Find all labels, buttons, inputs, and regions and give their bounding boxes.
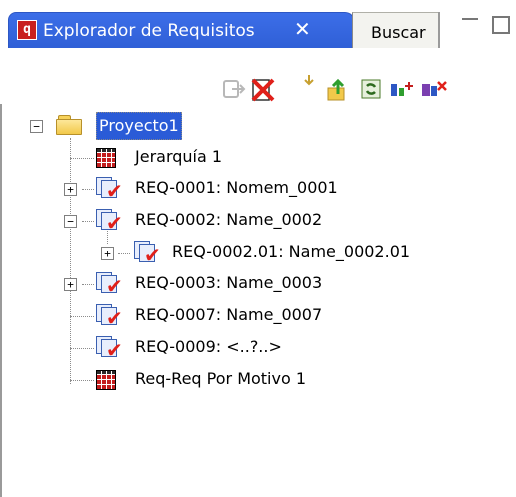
refresh-icon[interactable] xyxy=(360,78,382,100)
matrix-icon xyxy=(96,148,116,168)
tree-item-req-req-por-motivo[interactable]: Req-Req Por Motivo 1 xyxy=(0,366,400,394)
tree-item-label: REQ-0002: Name_0002 xyxy=(135,210,323,229)
requirements-tree: − Proyecto1 Jerarquía 1 + ✔ REQ-0001: No… xyxy=(0,104,516,497)
view-toolbar xyxy=(0,48,516,104)
tree-item-label: REQ-0002.01: Name_0002.01 xyxy=(172,242,411,261)
requirement-icon: ✔ xyxy=(96,177,126,201)
expand-toggle-icon[interactable]: + xyxy=(64,183,77,196)
tree-item-label: REQ-0009: <..?..> xyxy=(135,337,282,356)
tree-root-proyecto1[interactable]: − Proyecto1 xyxy=(0,112,300,140)
tree-item-req-0002[interactable]: − ✔ REQ-0002: Name_0002 xyxy=(0,207,400,235)
tree-item-jerarquia[interactable]: Jerarquía 1 xyxy=(0,144,300,172)
remove-relation-icon[interactable] xyxy=(420,78,447,100)
tree-item-label: REQ-0007: Name_0007 xyxy=(135,305,323,324)
tab-divider xyxy=(438,12,440,48)
tab-title: Buscar xyxy=(371,23,426,42)
up-folder-icon[interactable] xyxy=(326,78,348,101)
matrix-icon xyxy=(96,370,116,390)
tab-title: Explorador de Requisitos xyxy=(43,21,255,41)
tree-item-label: Jerarquía 1 xyxy=(135,147,223,166)
app-logo-icon: q xyxy=(17,20,37,40)
collapse-toggle-icon[interactable]: − xyxy=(64,215,77,228)
view-tab-strip: q Explorador de Requisitos ✕ Buscar xyxy=(0,0,516,49)
move-down-icon[interactable] xyxy=(302,72,324,94)
close-icon[interactable]: ✕ xyxy=(294,17,311,41)
tree-item-req-0007[interactable]: ✔ REQ-0007: Name_0007 xyxy=(0,302,400,330)
expand-toggle-icon[interactable]: + xyxy=(101,247,114,260)
tree-item-label: REQ-0001: Nomem_0001 xyxy=(135,178,338,197)
folder-open-icon xyxy=(56,115,82,135)
tree-item-req-0003[interactable]: + ✔ REQ-0003: Name_0003 xyxy=(0,270,400,298)
requirement-icon: ✔ xyxy=(96,272,126,296)
tab-buscar[interactable]: Buscar xyxy=(352,12,439,49)
export-icon[interactable] xyxy=(222,78,246,100)
tab-explorador-de-requisitos[interactable]: q Explorador de Requisitos ✕ xyxy=(8,12,355,49)
collapse-toggle-icon[interactable]: − xyxy=(30,120,43,133)
expand-toggle-icon[interactable]: + xyxy=(64,278,77,291)
delete-icon[interactable] xyxy=(250,78,275,102)
tree-item-req-0002-01[interactable]: + ✔ REQ-0002.01: Name_0002.01 xyxy=(0,239,470,267)
tree-item-label: Req-Req Por Motivo 1 xyxy=(135,369,307,388)
tree-item-req-0001[interactable]: + ✔ REQ-0001: Nomem_0001 xyxy=(0,175,400,203)
tree-item-label: REQ-0003: Name_0003 xyxy=(135,273,323,292)
requirement-icon: ✔ xyxy=(96,304,126,328)
requirement-icon: ✔ xyxy=(134,241,164,265)
tree-item-label: Proyecto1 xyxy=(96,112,182,140)
maximize-icon[interactable] xyxy=(492,16,510,34)
requirement-icon: ✔ xyxy=(96,209,126,233)
requirement-icon: ✔ xyxy=(96,336,126,360)
add-relation-icon[interactable] xyxy=(389,78,413,100)
tree-item-req-0009[interactable]: ✔ REQ-0009: <..?..> xyxy=(0,334,400,362)
minimize-icon[interactable] xyxy=(462,18,478,21)
